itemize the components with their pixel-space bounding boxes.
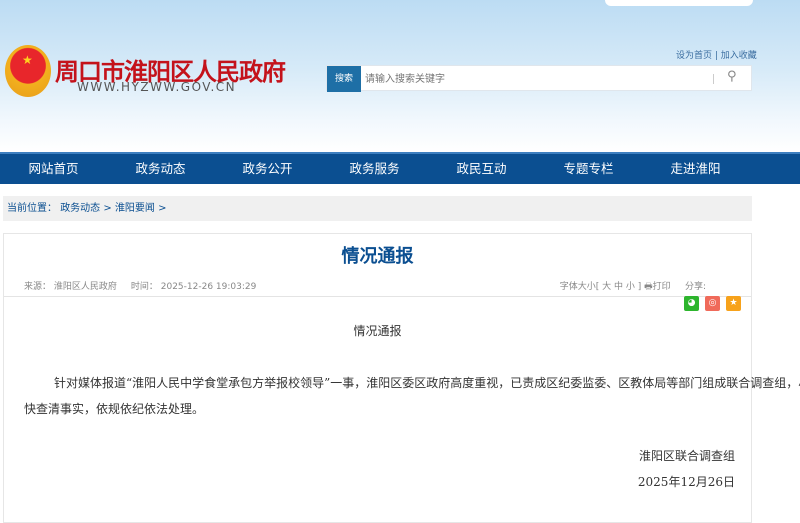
nav-interaction[interactable]: 政民互动 bbox=[428, 154, 535, 184]
breadcrumb: 当前位置： 政务动态 > 淮阳要闻 > bbox=[3, 196, 752, 221]
set-homepage-link[interactable]: 设为首页 bbox=[676, 51, 712, 61]
share-label: 分享: bbox=[684, 282, 706, 292]
article: 情况通报 来源： 淮阳区人民政府 时间： 2025-12-26 19:03:29 … bbox=[3, 233, 800, 523]
article-signer: 淮阳区联合调查组 bbox=[638, 449, 735, 463]
top-box bbox=[605, 0, 753, 6]
article-title: 情况通报 bbox=[341, 246, 414, 267]
article-source: 来源： 淮阳区人民政府 bbox=[24, 282, 117, 292]
divider bbox=[4, 296, 751, 297]
search-bar: 搜索 ⚲ bbox=[326, 65, 752, 92]
breadcrumb-item[interactable]: 淮阳要闻 > bbox=[115, 203, 167, 214]
search-icon[interactable]: ⚲ bbox=[727, 69, 737, 84]
nav-about[interactable]: 走进淮阳 bbox=[642, 154, 749, 184]
article-subtitle: 情况通报 bbox=[353, 324, 402, 338]
nav-topics[interactable]: 专题专栏 bbox=[535, 154, 642, 184]
article-time: 时间： 2025-12-26 19:03:29 bbox=[130, 282, 257, 292]
header: ★ 周口市淮阳区人民政府 WWW.HYZWW.GOV.CN 设为首页 | 加入收… bbox=[0, 0, 800, 152]
nav-open[interactable]: 政务公开 bbox=[214, 154, 321, 184]
printer-icon[interactable]: 🖶 bbox=[644, 282, 653, 292]
font-size-control[interactable]: 字体大小[ 大 中 小 ] bbox=[560, 282, 641, 292]
favorite-star-icon[interactable]: ★ bbox=[726, 296, 741, 311]
national-emblem-logo: ★ bbox=[5, 45, 51, 97]
print-link[interactable]: 打印 bbox=[653, 282, 671, 292]
nav-home[interactable]: 网站首页 bbox=[0, 154, 107, 184]
site-url: WWW.HYZWW.GOV.CN bbox=[77, 80, 237, 94]
article-body: 针对媒体报道“淮阳人民中学食堂承包方举报校领导”一事，淮阳区委区政府高度重视，已… bbox=[24, 376, 800, 416]
article-date: 2025年12月26日 bbox=[637, 475, 735, 489]
wechat-icon[interactable]: ◕ bbox=[684, 296, 699, 311]
weibo-icon[interactable]: ◎ bbox=[705, 296, 720, 311]
nav-service[interactable]: 政务服务 bbox=[321, 154, 428, 184]
search-label[interactable]: 搜索 bbox=[327, 66, 361, 92]
divider bbox=[713, 74, 714, 84]
search-input[interactable] bbox=[365, 70, 705, 88]
main-nav: 网站首页 政务动态 政务公开 政务服务 政民互动 专题专栏 走进淮阳 bbox=[0, 152, 800, 184]
add-favorite-link[interactable]: 加入收藏 bbox=[721, 51, 757, 61]
breadcrumb-label: 当前位置： bbox=[7, 203, 57, 214]
breadcrumb-item[interactable]: 政务动态 > bbox=[60, 203, 112, 214]
nav-news[interactable]: 政务动态 bbox=[107, 154, 214, 184]
